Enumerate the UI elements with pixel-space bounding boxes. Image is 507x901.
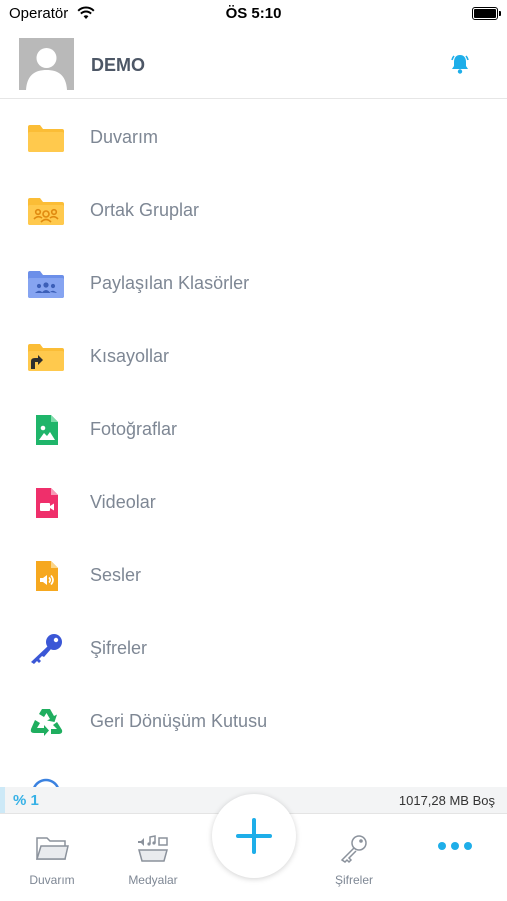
menu-item-label: Fotoğraflar <box>90 419 178 439</box>
storage-free-space: 1017,28 MB Boş <box>398 793 495 808</box>
audio-file-icon <box>36 561 58 591</box>
menu-item-paylasilan-klasorler[interactable]: Paylaşılan Klasörler <box>0 246 507 319</box>
menu-item-geri-donusum-kutusu[interactable]: Geri Dönüşüm Kutusu <box>0 684 507 757</box>
tab-duvarim[interactable]: Duvarım <box>2 814 102 901</box>
key-outline-icon <box>340 835 367 864</box>
avatar-placeholder-icon <box>26 48 67 90</box>
recycle-icon <box>30 709 63 736</box>
menu-item-ortak-gruplar[interactable]: Ortak Gruplar <box>0 173 507 246</box>
notification-bell-icon[interactable] <box>450 53 470 75</box>
group-folder-icon <box>28 198 64 225</box>
menu-item-kisayollar[interactable]: Kısayollar <box>0 319 507 392</box>
menu-item-sifreler[interactable]: Şifreler <box>0 611 507 684</box>
status-bar: Operatör ÖS 5:10 <box>0 0 507 28</box>
media-icon <box>138 835 168 862</box>
tab-label: Şifreler <box>334 873 373 887</box>
clock: ÖS 5:10 <box>225 5 282 22</box>
menu-item-label: Duvarım <box>90 127 159 147</box>
battery-icon <box>472 7 501 20</box>
storage-usage-percent: % 1 <box>13 792 39 809</box>
profile-header: DEMO <box>0 28 507 99</box>
key-icon <box>31 634 62 664</box>
menu-item-videolar[interactable]: Videolar <box>0 465 507 538</box>
shared-folder-icon <box>28 271 64 298</box>
shortcut-folder-icon <box>28 344 64 371</box>
menu-item-fotograflar[interactable]: Fotoğraflar <box>0 392 507 465</box>
photo-file-icon <box>36 415 58 445</box>
menu-item-label: Paylaşılan Klasörler <box>90 273 250 293</box>
tab-label: Medyalar <box>128 873 178 887</box>
menu-item-label: Geri Dönüşüm Kutusu <box>90 711 268 731</box>
menu-item-sesler[interactable]: Sesler <box>0 538 507 611</box>
menu-item-label: Ortak Gruplar <box>90 200 200 220</box>
folder-icon <box>28 125 64 152</box>
more-dots-icon[interactable] <box>437 841 473 851</box>
menu-item-label: Videolar <box>90 492 156 512</box>
tab-sifreler[interactable]: Şifreler <box>304 814 404 901</box>
folder-outline-icon <box>35 837 69 860</box>
video-file-icon <box>36 488 58 518</box>
tab-label: Duvarım <box>29 873 75 887</box>
tab-medyalar[interactable]: Medyalar <box>103 814 203 901</box>
menu-item-label: Sesler <box>90 565 142 585</box>
user-name: DEMO <box>91 55 145 75</box>
menu-item-label: Kısayollar <box>90 346 170 366</box>
add-button[interactable] <box>212 794 296 878</box>
storage-usage-fill <box>0 787 5 813</box>
menu-item-duvarim[interactable]: Duvarım <box>0 100 507 173</box>
menu-item-label: Şifreler <box>90 638 148 658</box>
avatar[interactable] <box>19 38 74 90</box>
